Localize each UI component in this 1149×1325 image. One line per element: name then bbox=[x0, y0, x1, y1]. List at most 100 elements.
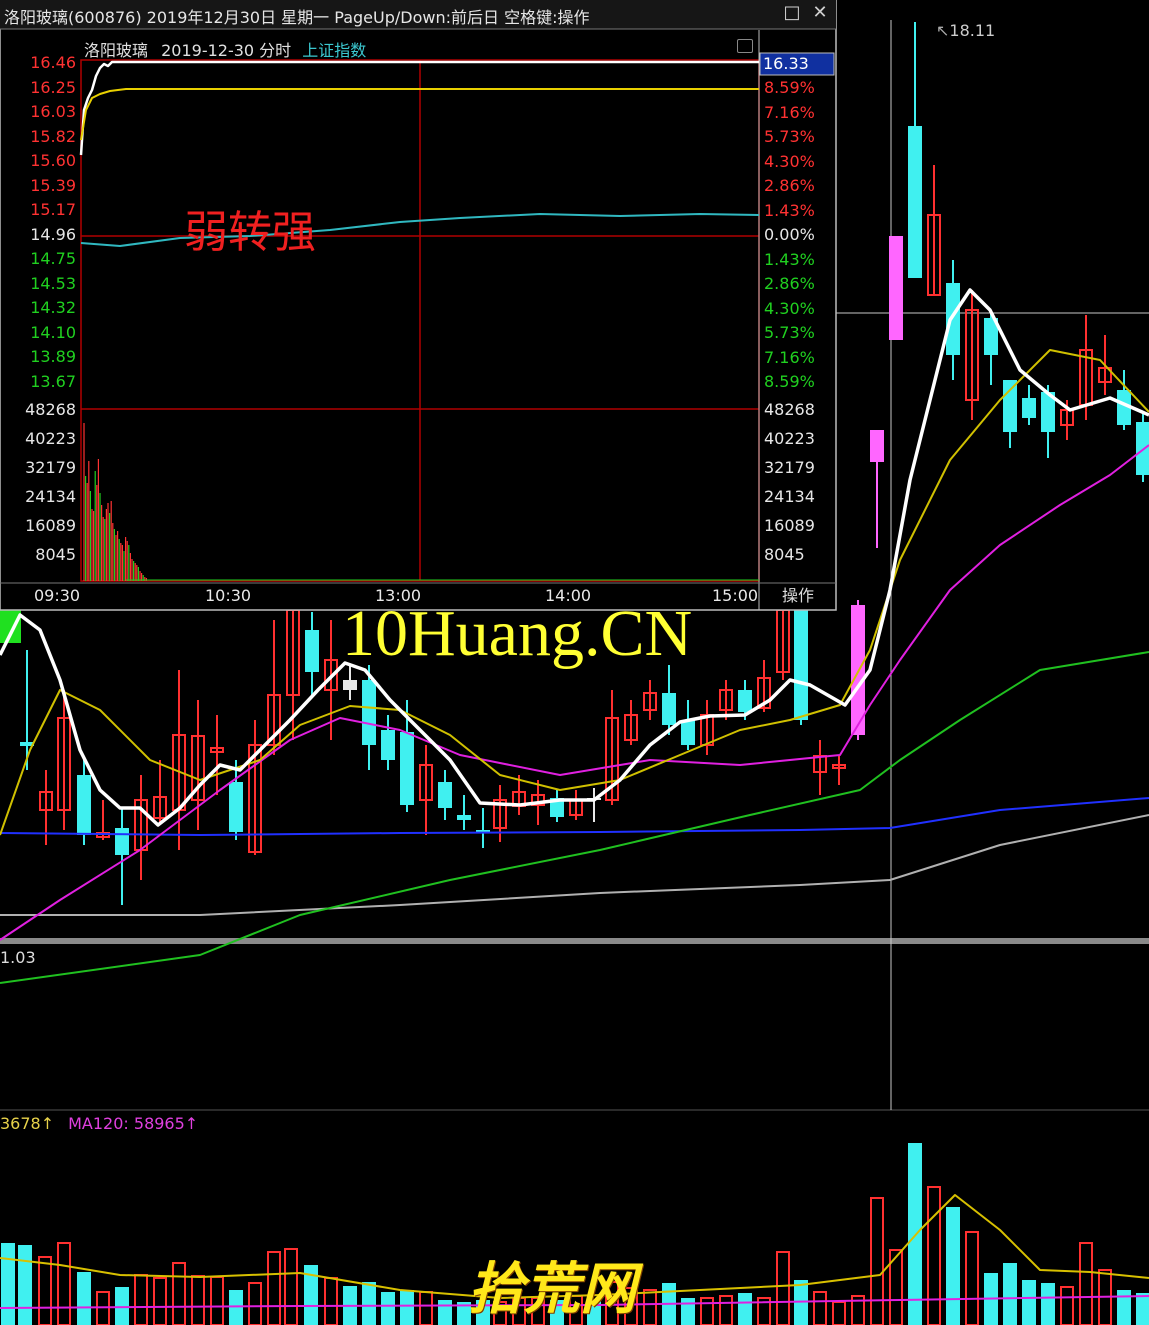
kline-candle bbox=[77, 760, 91, 845]
candle-body bbox=[681, 720, 695, 745]
volume-bar bbox=[927, 1186, 941, 1325]
price-label: 14.75 bbox=[30, 249, 76, 268]
kline-candle bbox=[210, 715, 224, 795]
kline-candle bbox=[381, 715, 395, 770]
volume-label: 32179 bbox=[764, 458, 815, 477]
volume-bar bbox=[1060, 1286, 1074, 1325]
kline-candle bbox=[134, 775, 148, 880]
maximize-icon[interactable]: □ bbox=[782, 2, 802, 24]
volume-bar bbox=[248, 1282, 262, 1325]
volume-bar bbox=[832, 1301, 846, 1325]
kline-candle bbox=[1022, 385, 1036, 425]
volume-bar bbox=[438, 1300, 452, 1325]
candle-body bbox=[381, 730, 395, 760]
high-price-label: ↖18.11 bbox=[936, 21, 996, 40]
kline-candle bbox=[624, 700, 638, 745]
percent-label: 7.16% bbox=[764, 347, 815, 367]
percent-label: 2.86% bbox=[764, 176, 815, 195]
volume-label: 8045 bbox=[35, 545, 76, 564]
volume-bar bbox=[681, 1298, 695, 1325]
kline-candle bbox=[946, 260, 960, 380]
kline-candle bbox=[700, 700, 714, 755]
volume-bar bbox=[946, 1207, 960, 1325]
volume-bar bbox=[267, 1251, 281, 1325]
volume-bar bbox=[172, 1262, 186, 1325]
candle-body bbox=[870, 430, 884, 462]
volume-label: 24134 bbox=[25, 487, 76, 506]
kline-candle bbox=[569, 790, 583, 820]
kline-candle bbox=[587, 788, 601, 822]
volume-bar bbox=[965, 1231, 979, 1325]
up-arrow-icon: ↑ bbox=[184, 1114, 199, 1133]
percent-label: 2.86% bbox=[764, 274, 815, 293]
volume-label: 48268 bbox=[25, 400, 76, 419]
intraday-header: 洛阳玻璃 2019-12-30 分时 上证指数 bbox=[84, 37, 366, 61]
price-label: 16.25 bbox=[30, 77, 76, 97]
watermark-text: 10Huang.CN bbox=[342, 597, 693, 670]
popup-frame bbox=[0, 0, 837, 611]
percent-label: 5.73% bbox=[764, 323, 815, 342]
candle-body bbox=[115, 828, 129, 855]
kline-candle bbox=[229, 760, 243, 840]
kline-candle bbox=[813, 740, 827, 795]
percent-label: 8.59% bbox=[764, 78, 815, 97]
volume-label: 24134 bbox=[764, 487, 815, 506]
volume-bar bbox=[77, 1272, 91, 1325]
volume-bar bbox=[400, 1290, 414, 1325]
volume-ma-label: 3678 bbox=[0, 1114, 41, 1133]
price-label: 16.46 bbox=[30, 53, 76, 72]
price-label: 14.32 bbox=[30, 298, 76, 317]
price-label: 14.96 bbox=[30, 224, 76, 244]
intraday-popup-layer bbox=[0, 0, 837, 611]
price-label: 15.39 bbox=[30, 175, 76, 195]
date-label: 2019-12-30 分时 bbox=[161, 41, 292, 60]
candle-body bbox=[343, 680, 357, 690]
volume-bar bbox=[1003, 1263, 1017, 1325]
kline-candle bbox=[927, 165, 941, 296]
candle-body bbox=[0, 610, 21, 643]
volume-bar bbox=[381, 1292, 395, 1325]
kline-candle bbox=[870, 430, 884, 548]
candle-body bbox=[946, 283, 960, 355]
price-badge-text: 16.33 bbox=[763, 54, 809, 73]
operate-button[interactable]: 操作 bbox=[762, 585, 834, 607]
index-link[interactable]: 上证指数 bbox=[302, 41, 366, 60]
volume-label: 32179 bbox=[25, 458, 76, 477]
time-label: 09:30 bbox=[34, 586, 81, 605]
volume-bar bbox=[643, 1289, 657, 1325]
volume-bar bbox=[57, 1242, 71, 1325]
volume-bar bbox=[284, 1248, 298, 1325]
volume-bar bbox=[908, 1143, 922, 1325]
volume-label: 40223 bbox=[25, 429, 76, 448]
candle-body bbox=[457, 815, 471, 820]
volume-bar bbox=[210, 1276, 224, 1325]
volume-bar bbox=[96, 1291, 110, 1325]
candle-body bbox=[1022, 398, 1036, 418]
time-label: 10:30 bbox=[205, 586, 252, 605]
candle-body bbox=[229, 782, 243, 832]
price-label: 16.03 bbox=[30, 102, 76, 121]
volume-bar bbox=[700, 1297, 714, 1325]
volume-bar bbox=[18, 1245, 32, 1325]
indicator-value: 1.03 bbox=[0, 948, 36, 967]
kline-candle bbox=[550, 790, 564, 822]
candle-body bbox=[305, 630, 319, 672]
volume-bar bbox=[1136, 1293, 1149, 1325]
kline-candle bbox=[305, 612, 319, 695]
site-logo-text: 拾荒网 bbox=[468, 1256, 636, 1322]
close-icon[interactable]: ✕ bbox=[810, 2, 830, 24]
kline-candle bbox=[889, 236, 903, 340]
percent-label: 4.30% bbox=[764, 151, 815, 171]
kline-candle bbox=[153, 760, 167, 825]
panel-toggle-icon[interactable] bbox=[737, 39, 753, 53]
ma-line-grey bbox=[0, 814, 1149, 916]
percent-label: 7.16% bbox=[764, 102, 815, 122]
candle-body bbox=[1136, 422, 1149, 475]
kline-candle bbox=[776, 600, 790, 680]
percent-label: 4.30% bbox=[764, 298, 815, 318]
percent-label: 8.59% bbox=[764, 372, 815, 391]
window-title: 洛阳玻璃(600876) 2019年12月30日 星期一 PageUp/Down… bbox=[4, 8, 590, 27]
volume-bar bbox=[134, 1274, 148, 1325]
kline-candle bbox=[457, 795, 471, 830]
ma-line-green bbox=[0, 651, 1149, 984]
